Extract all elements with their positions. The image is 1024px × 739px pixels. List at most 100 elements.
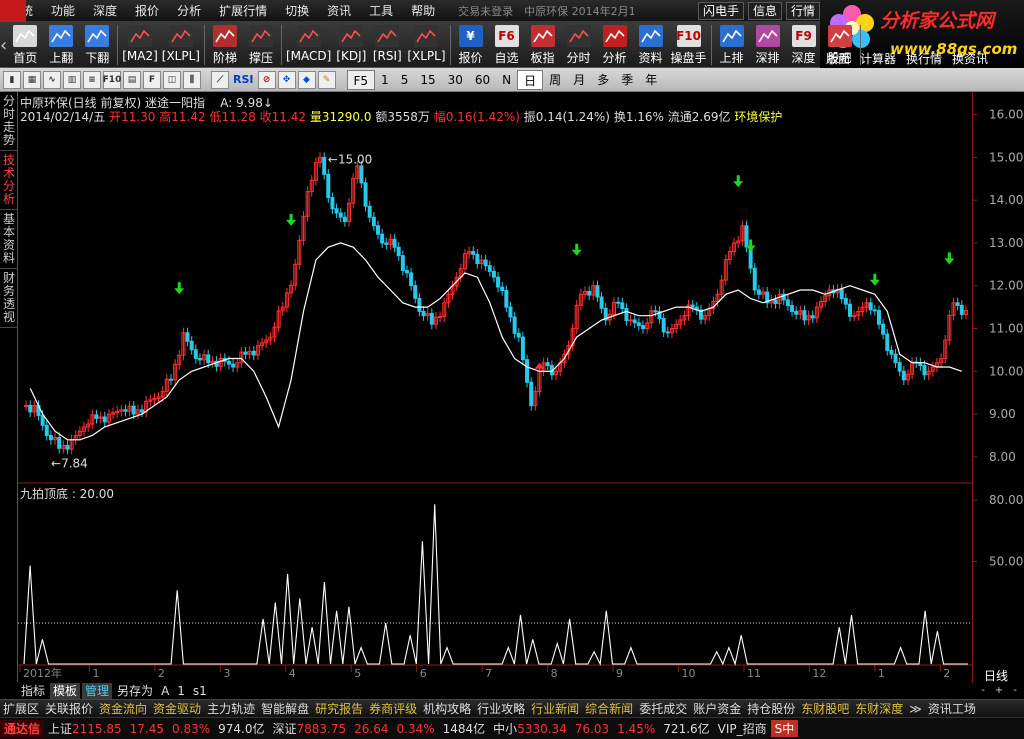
toolbar-button-17[interactable]: F10 操盘手 <box>669 22 709 68</box>
toolbar-button-13[interactable]: 板指 <box>525 22 561 68</box>
trend-icon[interactable]: ⟋ <box>211 70 229 89</box>
toolbar-button-4[interactable]: [XLPL] <box>160 22 202 68</box>
period-0[interactable]: F5 <box>346 69 376 90</box>
toolbar-button-18[interactable]: 上排 <box>714 22 750 68</box>
switch-market-link[interactable]: 换行情 <box>906 50 942 67</box>
news-tab-0[interactable]: 扩展区 <box>0 700 42 718</box>
news-tab-3[interactable]: 资金驱动 <box>150 700 204 718</box>
menu-extended-market[interactable]: 扩展行情 <box>210 0 276 22</box>
menu-switch[interactable]: 切换 <box>276 0 318 22</box>
bottom-tab-0[interactable]: 指标 <box>18 683 48 699</box>
toolbar-back-icon[interactable]: ‹ <box>0 22 7 68</box>
bottom-tab-4[interactable]: A <box>158 683 172 699</box>
menu-analysis[interactable]: 分析 <box>168 0 210 22</box>
toolbar-button-7[interactable]: [MACD] <box>284 22 333 68</box>
news-tab-6[interactable]: 研究报告 <box>312 700 366 718</box>
scroll-button[interactable]: - <box>1008 685 1022 697</box>
table-icon[interactable]: ▦ <box>23 70 41 89</box>
news-tab-1[interactable]: 关联报价 <box>42 700 96 718</box>
news-tab-4[interactable]: 主力轨迹 <box>204 700 258 718</box>
period-11[interactable]: 季 <box>615 70 639 90</box>
market-button[interactable]: 行情 <box>786 2 821 20</box>
period-5[interactable]: 60 <box>469 70 496 90</box>
news-tab-15[interactable]: 东财股吧 <box>798 700 852 718</box>
news-tab-17[interactable]: ≫ <box>906 700 925 718</box>
news-tab-8[interactable]: 机构攻略 <box>420 700 474 718</box>
period-8[interactable]: 周 <box>543 70 567 90</box>
grid-icon[interactable]: ▤ <box>123 70 141 89</box>
side-tab-3[interactable]: 财务透视 <box>0 269 18 328</box>
chart-style-icon[interactable]: ⫼ <box>183 70 201 89</box>
kline-icon[interactable]: ▮ <box>3 70 21 89</box>
ime-indicator[interactable]: S中 <box>770 720 799 737</box>
news-tab-18[interactable]: 资讯工场 <box>925 700 979 718</box>
candlestick-chart[interactable]: ←15.00←7.842012年 1 2 3 4 5 6 7 8 9 10 11 12 1 2 <box>18 92 972 682</box>
move-icon[interactable]: ✥ <box>277 70 296 89</box>
news-tab-5[interactable]: 智能解盘 <box>258 700 312 718</box>
news-tab-11[interactable]: 综合新闻 <box>582 700 636 718</box>
f10-small-icon[interactable]: F10 <box>103 70 121 89</box>
toolbar-button-2[interactable]: 下翻 <box>79 22 115 68</box>
toolbar-button-15[interactable]: 分析 <box>597 22 633 68</box>
f12-icon[interactable]: F <box>143 70 161 89</box>
toolbar-button-10[interactable]: [XLPL] <box>405 22 447 68</box>
period-1[interactable]: 1 <box>375 70 395 90</box>
zoom-out-button[interactable]: - <box>976 685 990 697</box>
toolbar-button-5[interactable]: 阶梯 <box>207 22 243 68</box>
period-3[interactable]: 15 <box>414 70 441 90</box>
news-tab-9[interactable]: 行业攻略 <box>474 700 528 718</box>
news-tab-7[interactable]: 券商评级 <box>366 700 420 718</box>
switch-news-link[interactable]: 换资讯 <box>952 50 988 67</box>
sector-label[interactable]: 环境保护 <box>734 110 782 124</box>
toolbar-button-8[interactable]: [KDJ] <box>333 22 369 68</box>
pen-icon[interactable]: ✎ <box>317 70 336 89</box>
toolbar-button-6[interactable]: 撑压 <box>243 22 279 68</box>
period-6[interactable]: N <box>496 70 517 90</box>
period-10[interactable]: 多 <box>591 70 615 90</box>
period-9[interactable]: 月 <box>567 70 591 90</box>
brand-label[interactable]: 通达信 <box>0 720 45 737</box>
toolbar-button-1[interactable]: 上翻 <box>43 22 79 68</box>
toolbar-button-9[interactable]: [RSI] <box>369 22 405 68</box>
bottom-tab-1[interactable]: 模板 <box>50 683 81 699</box>
side-tab-1[interactable]: 技术分析 <box>0 151 18 210</box>
vip-label[interactable]: VIP_招商 <box>714 720 771 737</box>
period-2[interactable]: 5 <box>395 70 415 90</box>
toolbar-button-14[interactable]: 分时 <box>561 22 597 68</box>
news-tab-10[interactable]: 行业新闻 <box>528 700 582 718</box>
flash-trade-button[interactable]: 闪电手 <box>698 2 745 20</box>
calculator-link[interactable]: 计算器 <box>860 50 896 67</box>
toolbar-button-16[interactable]: 资料 <box>633 22 669 68</box>
side-tab-0[interactable]: 分时走势 <box>0 92 18 151</box>
period-12[interactable]: 年 <box>639 70 663 90</box>
toolbar-button-12[interactable]: F6 自选 <box>489 22 525 68</box>
bar-chart-icon[interactable]: ▥ <box>63 70 81 89</box>
toolbar-button-20[interactable]: F9 深度 <box>786 22 822 68</box>
toolbar-button-0[interactable]: 首页 <box>7 22 43 68</box>
side-tab-2[interactable]: 基本资料 <box>0 210 18 269</box>
news-tab-12[interactable]: 委托成交 <box>636 700 690 718</box>
toolbar-button-3[interactable]: [MA2] <box>120 22 160 68</box>
menu-tools[interactable]: 工具 <box>360 0 402 22</box>
toolbar-button-11[interactable]: ¥ 报价 <box>453 22 489 68</box>
news-tab-2[interactable]: 资金流向 <box>96 700 150 718</box>
news-tab-13[interactable]: 账户资金 <box>690 700 744 718</box>
line-chart-icon[interactable]: ∿ <box>43 70 61 89</box>
period-4[interactable]: 30 <box>442 70 469 90</box>
stop-icon[interactable]: ⊘ <box>257 70 276 89</box>
menu-help[interactable]: 帮助 <box>402 0 444 22</box>
toolbar-button-19[interactable]: 深排 <box>750 22 786 68</box>
period-7[interactable]: 日 <box>517 69 544 90</box>
zoom-in-button[interactable]: + <box>992 685 1006 697</box>
bottom-tab-6[interactable]: s1 <box>190 683 210 699</box>
info-button[interactable]: 信息 <box>748 2 783 20</box>
rsi-toggle[interactable]: RSI <box>230 73 257 86</box>
list-icon[interactable]: ≡ <box>83 70 101 89</box>
news-tab-16[interactable]: 东财深度 <box>852 700 906 718</box>
bottom-tab-3[interactable]: 另存为 <box>114 683 156 699</box>
layout-link[interactable]: 版面 <box>826 50 850 67</box>
menu-quote[interactable]: 报价 <box>126 0 168 22</box>
bottom-tab-2[interactable]: 管理 <box>82 683 113 699</box>
app-logo-icon[interactable] <box>0 0 26 22</box>
bottom-tab-5[interactable]: 1 <box>174 683 188 699</box>
